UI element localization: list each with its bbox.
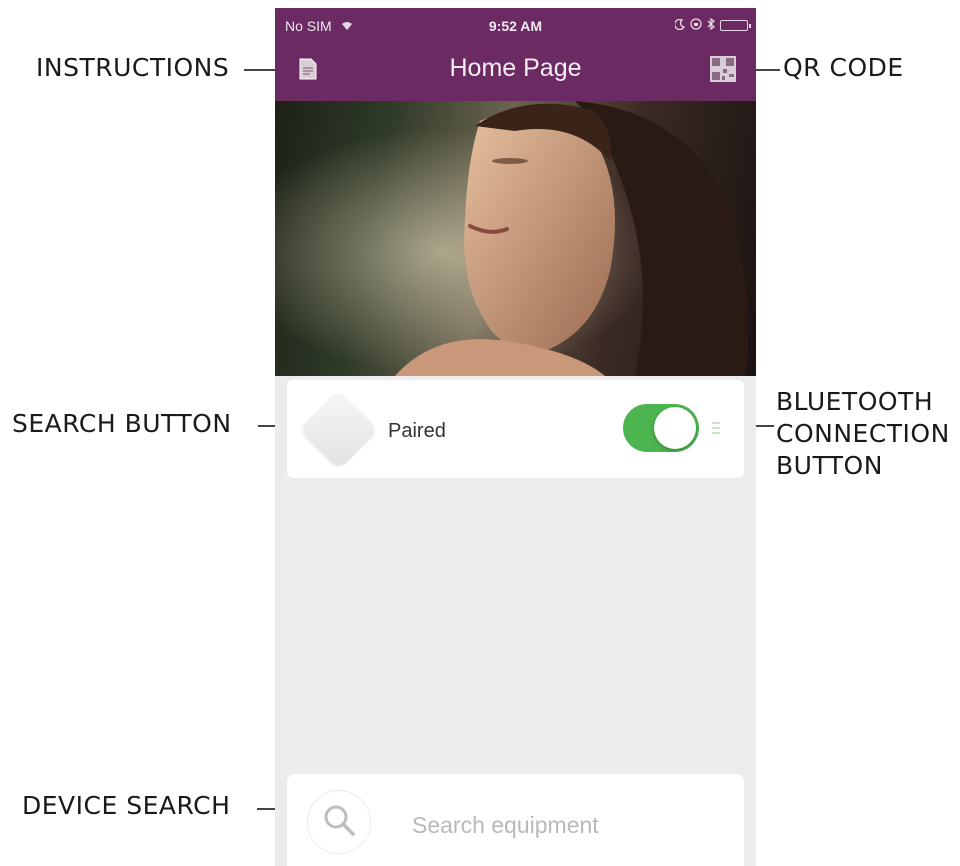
callout-search-button: SEARCH BUTTON: [12, 409, 232, 438]
bluetooth-connection-toggle[interactable]: [623, 404, 699, 452]
hero-photo: [275, 101, 756, 376]
device-card: Paired: [287, 380, 744, 478]
search-icon-button[interactable]: [307, 790, 371, 854]
phone-screen: No SIM 9:52 AM Home Page Paired Search e…: [275, 8, 756, 866]
qr-code-icon: [710, 55, 736, 87]
search-button[interactable]: [299, 390, 379, 470]
grip-icon: [711, 420, 721, 441]
toggle-knob: [654, 407, 696, 449]
callout-qr-code: QR CODE: [783, 53, 904, 82]
rotation-lock-icon: [690, 17, 702, 33]
moon-icon: [674, 17, 686, 33]
portrait-image: [275, 101, 756, 376]
callout-device-search: DEVICE SEARCH: [22, 791, 231, 820]
callout-bluetooth-connection: BLUETOOTH CONNECTION BUTTON: [776, 387, 950, 480]
nav-bar: Home Page: [275, 42, 756, 101]
qr-code-button[interactable]: [708, 55, 738, 87]
battery-icon: [720, 19, 751, 31]
callout-instructions: INSTRUCTIONS: [36, 53, 230, 82]
device-search-bar[interactable]: Search equipment: [287, 774, 744, 866]
page-title: Home Page: [449, 54, 582, 82]
status-bar: No SIM 9:52 AM: [275, 8, 756, 42]
search-input[interactable]: Search equipment: [412, 812, 599, 839]
bluetooth-icon: [707, 17, 716, 33]
status-icons: [674, 17, 751, 33]
pairing-status: Paired: [388, 420, 446, 442]
search-icon: [321, 802, 357, 843]
